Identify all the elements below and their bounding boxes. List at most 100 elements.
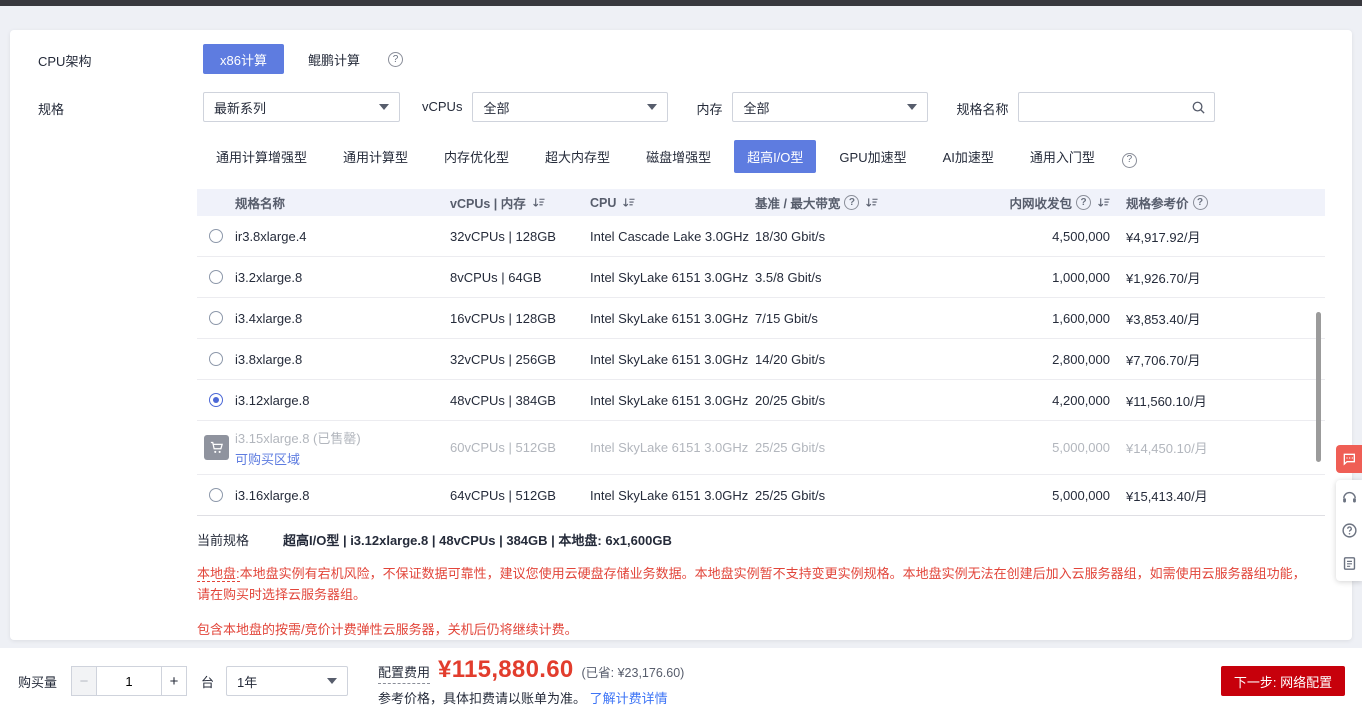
flavor-price: ¥4,917.92/月 bbox=[1110, 227, 1300, 246]
radio-button[interactable] bbox=[209, 270, 223, 284]
cpu-arch-help-icon[interactable]: ? bbox=[388, 52, 403, 67]
quantity-stepper: − + bbox=[71, 666, 187, 696]
sort-icon[interactable] bbox=[865, 196, 878, 209]
radio-button[interactable] bbox=[209, 229, 223, 243]
flavor-vcpu-mem: 60vCPUs | 512GB bbox=[450, 440, 590, 455]
radio-button[interactable] bbox=[209, 311, 223, 325]
arch-kunpeng-button[interactable]: 鲲鹏计算 bbox=[298, 44, 370, 74]
vcpus-select-value: 全部 bbox=[483, 98, 509, 117]
unit-label: 台 bbox=[201, 672, 214, 691]
table-row[interactable]: i3.16xlarge.8 64vCPUs | 512GB Intel SkyL… bbox=[197, 475, 1325, 516]
cpu-arch-row: CPU架构 x86计算 鲲鹏计算 ? bbox=[38, 44, 1352, 74]
available-region-link[interactable]: 可购买区域 bbox=[235, 449, 450, 468]
tab-disk-intensive[interactable]: 磁盘增强型 bbox=[633, 140, 724, 173]
flavor-bandwidth: 7/15 Gbit/s bbox=[755, 311, 910, 326]
table-row[interactable]: i3.2xlarge.8 8vCPUs | 64GB Intel SkyLake… bbox=[197, 257, 1325, 298]
flavor-cpu: Intel SkyLake 6151 3.0GHz bbox=[590, 440, 755, 455]
table-row-selected[interactable]: i3.12xlarge.8 48vCPUs | 384GB Intel SkyL… bbox=[197, 380, 1325, 421]
quantity-input[interactable] bbox=[97, 666, 161, 696]
tabs-help-icon[interactable]: ? bbox=[1122, 153, 1137, 168]
memory-filter-label: 内存 bbox=[696, 92, 732, 118]
bandwidth-help-icon[interactable]: ? bbox=[844, 195, 859, 210]
billing-details-link[interactable]: 了解计费详情 bbox=[590, 691, 668, 706]
table-row[interactable]: ir3.8xlarge.4 32vCPUs | 128GB Intel Casc… bbox=[197, 216, 1325, 257]
radio-button[interactable] bbox=[209, 488, 223, 502]
local-disk-warning-text: 本地盘实例有宕机风险，不保证数据可靠性，建议您使用云硬盘存储业务数据。本地盘实例… bbox=[197, 566, 1306, 602]
flavor-cpu: Intel Cascade Lake 3.0GHz bbox=[590, 229, 755, 244]
memory-select[interactable]: 全部 bbox=[732, 92, 928, 122]
chevron-down-icon bbox=[327, 678, 337, 684]
headset-icon[interactable] bbox=[1341, 489, 1358, 506]
duration-select-value: 1年 bbox=[237, 672, 257, 691]
sort-icon[interactable] bbox=[622, 196, 635, 209]
chevron-down-icon bbox=[647, 104, 657, 110]
tab-ultra-high-io[interactable]: 超高I/O型 bbox=[734, 140, 816, 173]
tab-memory-optimized[interactable]: 内存优化型 bbox=[431, 140, 522, 173]
radio-button[interactable] bbox=[209, 352, 223, 366]
flavor-vcpu-mem: 8vCPUs | 64GB bbox=[450, 270, 590, 285]
current-spec-value: 超高I/O型 | i3.12xlarge.8 | 48vCPUs | 384GB… bbox=[283, 530, 672, 549]
spec-name-search[interactable] bbox=[1018, 92, 1215, 122]
billing-warning: 包含本地盘的按需/竞价计费弹性云服务器，关机后仍将继续计费。 bbox=[197, 619, 1312, 640]
memory-select-value: 全部 bbox=[743, 98, 769, 117]
spec-name-search-input[interactable] bbox=[1029, 99, 1191, 116]
sort-icon[interactable] bbox=[1097, 196, 1110, 209]
tab-ai-accelerated[interactable]: AI加速型 bbox=[930, 140, 1007, 173]
sort-icon[interactable] bbox=[532, 196, 545, 209]
flavor-vcpu-mem: 64vCPUs | 512GB bbox=[450, 488, 590, 503]
flavor-table-header: 规格名称 vCPUs | 内存 CPU 基准 / 最大带宽 ? 内网收发包 ? … bbox=[197, 189, 1325, 216]
flavor-price: ¥3,853.40/月 bbox=[1110, 309, 1300, 328]
flavor-price: ¥14,450.10/月 bbox=[1110, 438, 1300, 457]
flavor-name: i3.4xlarge.8 bbox=[235, 311, 450, 326]
flavor-vcpu-mem: 16vCPUs | 128GB bbox=[450, 311, 590, 326]
tab-large-memory[interactable]: 超大内存型 bbox=[532, 140, 623, 173]
current-spec-row: 当前规格 超高I/O型 | i3.12xlarge.8 | 48vCPUs | … bbox=[197, 530, 1352, 549]
table-scrollbar[interactable] bbox=[1316, 312, 1321, 462]
local-disk-term[interactable]: 本地盘: bbox=[197, 566, 240, 582]
top-dark-bar bbox=[0, 0, 1362, 6]
vcpus-filter-label: vCPUs bbox=[422, 92, 472, 114]
table-row-sold-out: i3.15xlarge.8 (已售罄) 可购买区域 60vCPUs | 512G… bbox=[197, 421, 1325, 475]
col-vcpu-mem: vCPUs | 内存 bbox=[450, 193, 526, 212]
flavor-bandwidth: 20/25 Gbit/s bbox=[755, 393, 910, 408]
question-circle-icon[interactable] bbox=[1341, 522, 1358, 539]
flavor-bandwidth: 25/25 Gbit/s bbox=[755, 488, 910, 503]
plus-button[interactable]: + bbox=[161, 666, 187, 696]
fee-label[interactable]: 配置费用 bbox=[378, 662, 430, 684]
search-icon[interactable] bbox=[1191, 100, 1206, 115]
document-icon[interactable] bbox=[1341, 555, 1358, 572]
chat-icon[interactable] bbox=[1336, 445, 1362, 473]
minus-button[interactable]: − bbox=[71, 666, 97, 696]
price-help-icon[interactable]: ? bbox=[1193, 195, 1208, 210]
flavor-bandwidth: 3.5/8 Gbit/s bbox=[755, 270, 910, 285]
vcpus-select[interactable]: 全部 bbox=[472, 92, 668, 122]
flavor-name: i3.2xlarge.8 bbox=[235, 270, 450, 285]
chevron-down-icon bbox=[907, 104, 917, 110]
sold-out-cart-icon bbox=[204, 435, 229, 460]
flavor-name: i3.16xlarge.8 bbox=[235, 488, 450, 503]
fee-price: ¥115,880.60 bbox=[438, 656, 573, 684]
fee-note: 参考价格，具体扣费请以账单为准。 bbox=[378, 691, 586, 706]
flavor-vcpu-mem: 32vCPUs | 256GB bbox=[450, 352, 590, 367]
tab-gpu-accelerated[interactable]: GPU加速型 bbox=[826, 140, 919, 173]
tab-general-entry[interactable]: 通用入门型 bbox=[1017, 140, 1108, 173]
local-disk-warning: 本地盘:本地盘实例有宕机风险，不保证数据可靠性，建议您使用云硬盘存储业务数据。本… bbox=[197, 563, 1312, 606]
series-select[interactable]: 最新系列 bbox=[203, 92, 400, 122]
pps-help-icon[interactable]: ? bbox=[1076, 195, 1091, 210]
duration-select[interactable]: 1年 bbox=[226, 666, 348, 696]
help-tool-panel bbox=[1336, 480, 1362, 581]
table-row[interactable]: i3.8xlarge.8 32vCPUs | 256GB Intel SkyLa… bbox=[197, 339, 1325, 380]
col-cpu: CPU bbox=[590, 196, 616, 210]
radio-button-checked[interactable] bbox=[209, 393, 223, 407]
flavor-price: ¥1,926.70/月 bbox=[1110, 268, 1300, 287]
current-spec-label: 当前规格 bbox=[197, 530, 283, 549]
flavor-pps: 5,000,000 bbox=[910, 488, 1110, 503]
fee-block: 配置费用 ¥115,880.60 (已省: ¥23,176.60) 参考价格，具… bbox=[378, 656, 684, 707]
col-bandwidth: 基准 / 最大带宽 bbox=[755, 193, 840, 212]
tab-general-computing-plus[interactable]: 通用计算增强型 bbox=[203, 140, 320, 173]
arch-x86-button[interactable]: x86计算 bbox=[203, 44, 284, 74]
next-step-button[interactable]: 下一步: 网络配置 bbox=[1221, 666, 1345, 696]
tab-general-computing[interactable]: 通用计算型 bbox=[330, 140, 421, 173]
flavor-pps: 1,000,000 bbox=[910, 270, 1110, 285]
table-row[interactable]: i3.4xlarge.8 16vCPUs | 128GB Intel SkyLa… bbox=[197, 298, 1325, 339]
